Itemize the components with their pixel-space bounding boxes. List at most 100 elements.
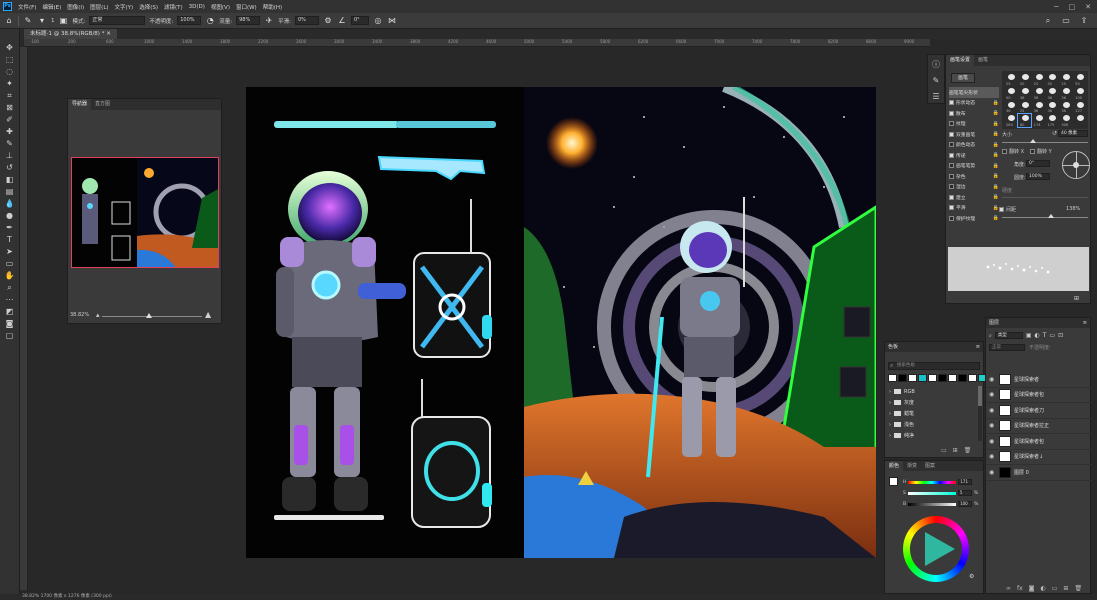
tab-histogram[interactable]: 直方图 — [91, 99, 114, 110]
spacing-value[interactable]: 138% — [1066, 206, 1080, 212]
brush-tip[interactable]: 36 — [1031, 86, 1045, 100]
minimize-icon[interactable]: ─ — [1054, 3, 1058, 11]
brush-option-checkbox[interactable] — [949, 131, 954, 137]
menu-select[interactable]: 选择(S) — [136, 3, 161, 11]
chevron-right-icon[interactable]: › — [889, 389, 891, 395]
tab-brushes[interactable]: 画笔 — [974, 55, 992, 66]
reset-size-icon[interactable]: ↺ — [1052, 130, 1057, 137]
brush-tip[interactable]: 80 — [1016, 113, 1032, 128]
new-layer-icon[interactable]: ⊞ — [1063, 585, 1068, 592]
color-triangle[interactable] — [925, 532, 955, 566]
angle-field[interactable]: 0° — [1026, 160, 1050, 167]
lock-icon[interactable]: 🔒 — [993, 100, 999, 106]
lock-icon[interactable]: 🔒 — [993, 163, 999, 169]
lock-icon[interactable]: 🔒 — [993, 215, 999, 221]
lock-icon[interactable]: 🔒 — [993, 121, 999, 127]
menu-view[interactable]: 视图(V) — [208, 3, 233, 11]
navigator-zoom-value[interactable]: 38.82% — [70, 312, 89, 318]
brush-tip[interactable]: 50 — [1017, 73, 1031, 86]
new-brush-icon[interactable]: ⊞ — [1074, 295, 1079, 302]
brush-tool-icon[interactable]: ✎ — [4, 139, 16, 149]
layer-mask-icon[interactable]: ◙ — [1029, 585, 1035, 592]
menu-3d[interactable]: 3D(D) — [186, 4, 208, 10]
filter-pixel-icon[interactable]: ▣ — [1026, 332, 1032, 339]
brush-option-row[interactable]: 杂色 🔒 — [949, 171, 999, 182]
brightness-value[interactable]: 100 — [958, 501, 973, 507]
delete-layer-icon[interactable]: 🗑 — [1074, 585, 1082, 592]
brush-tip[interactable]: 36 — [1031, 100, 1045, 114]
brush-option-row[interactable]: 保护纹理 🔒 — [949, 213, 999, 224]
angle-field[interactable]: 0° — [350, 16, 369, 25]
brush-tip[interactable]: 50 — [1045, 73, 1059, 86]
delete-icon[interactable]: 🗑 — [964, 447, 972, 454]
chevron-right-icon[interactable]: › — [889, 400, 891, 406]
size-field[interactable]: 40 像素 — [1058, 130, 1088, 137]
layers-title[interactable]: 图层 — [989, 318, 999, 328]
brush-tip[interactable]: 36 — [1045, 86, 1059, 100]
brush-option-checkbox[interactable] — [949, 100, 954, 106]
home-icon[interactable]: ⌂ — [4, 16, 14, 26]
filter-adjust-icon[interactable]: ◐ — [1034, 332, 1039, 339]
chevron-right-icon[interactable]: › — [889, 422, 891, 428]
spacing-checkbox[interactable] — [999, 207, 1004, 212]
properties-icon[interactable]: ☰ — [931, 92, 941, 102]
swatches-title[interactable]: 色板 — [888, 342, 898, 352]
lasso-tool-icon[interactable]: ◌ — [4, 67, 16, 77]
brush-option-row[interactable]: 散布 🔒 — [949, 108, 999, 119]
layer-row[interactable]: ◉ 星球探索者包 — [986, 434, 1092, 450]
brush-option-row[interactable]: 形状动态 🔒 — [949, 98, 999, 109]
color-swatch[interactable] — [938, 374, 947, 382]
hue-slider[interactable] — [908, 480, 957, 484]
brush-panel-toggle-icon[interactable]: ▣ — [59, 16, 69, 26]
lock-icon[interactable]: 🔒 — [993, 173, 999, 179]
brush-option-checkbox[interactable] — [949, 110, 954, 116]
brush-angle-dial[interactable] — [1062, 151, 1090, 179]
lock-icon[interactable]: 🔒 — [993, 131, 999, 137]
menu-layer[interactable]: 图层(L) — [87, 3, 111, 11]
color-wheel[interactable] — [903, 516, 969, 582]
brush-option-row[interactable]: 建立 🔒 — [949, 192, 999, 203]
menu-file[interactable]: 文件(F) — [15, 3, 39, 11]
hardness-slider[interactable] — [1002, 197, 1088, 198]
brush-tool-icon[interactable]: ✎ — [23, 16, 33, 26]
layer-row[interactable]: ◉ 星球探索者包 — [986, 388, 1092, 403]
brush-tip[interactable]: 36 — [1059, 86, 1073, 100]
crop-tool-icon[interactable]: ⌗ — [4, 91, 16, 101]
brush-tip[interactable]: 174 — [1031, 114, 1045, 127]
visibility-eye-icon[interactable]: ◉ — [989, 438, 996, 445]
pen-tool-icon[interactable]: ✒ — [4, 223, 16, 233]
brush-tip[interactable]: 36 — [1017, 86, 1031, 100]
brushes-button[interactable]: 画笔 — [951, 73, 975, 83]
eyedropper-tool-icon[interactable]: ✐ — [4, 115, 16, 125]
airbrush-icon[interactable]: ✈ — [264, 16, 274, 26]
brush-tip[interactable]: 25 — [1059, 73, 1073, 86]
hue-value[interactable]: 171 — [958, 479, 973, 485]
zoom-in-icon[interactable]: ▲ — [205, 310, 211, 319]
document-tab[interactable]: 未标题-1 @ 38.8%(RGB/8) * ✕ — [24, 29, 117, 39]
document-canvas[interactable] — [246, 87, 876, 558]
brush-option-row[interactable]: 颜色动态 🔒 — [949, 140, 999, 151]
brush-tip[interactable]: 284 — [1004, 114, 1017, 127]
navigator-thumbnail[interactable] — [71, 157, 219, 268]
brush-option-checkbox[interactable] — [949, 215, 954, 221]
blur-tool-icon[interactable]: 💧 — [4, 199, 16, 209]
brush-option-row[interactable]: 双重画笔 🔒 — [949, 129, 999, 140]
layer-row[interactable]: ◉ 星球探索者↓ — [986, 450, 1092, 465]
more-tools-icon[interactable]: ⋯ — [4, 295, 16, 305]
navigator-zoom-slider[interactable] — [102, 316, 202, 317]
filter-shape-icon[interactable]: ▭ — [1049, 332, 1055, 339]
brush-option-row[interactable]: 平滑 🔒 — [949, 203, 999, 214]
color-swatch[interactable] — [918, 374, 927, 382]
brush-tip[interactable]: 306 — [1059, 114, 1073, 127]
close-tab-icon[interactable]: ✕ — [106, 31, 111, 37]
magic-wand-tool-icon[interactable]: ✦ — [4, 79, 16, 89]
color-swatch[interactable] — [908, 374, 917, 382]
spacing-slider[interactable] — [1002, 217, 1088, 218]
visibility-eye-icon[interactable]: ◉ — [989, 391, 996, 398]
tab-patterns[interactable]: 图案 — [921, 461, 939, 471]
layer-kind-select[interactable]: 类型 — [994, 332, 1023, 339]
new-swatch-icon[interactable]: ⊞ — [953, 447, 958, 454]
brush-option-checkbox[interactable] — [949, 142, 954, 148]
visibility-eye-icon[interactable]: ◉ — [989, 469, 996, 476]
visibility-eye-icon[interactable]: ◉ — [989, 376, 996, 383]
